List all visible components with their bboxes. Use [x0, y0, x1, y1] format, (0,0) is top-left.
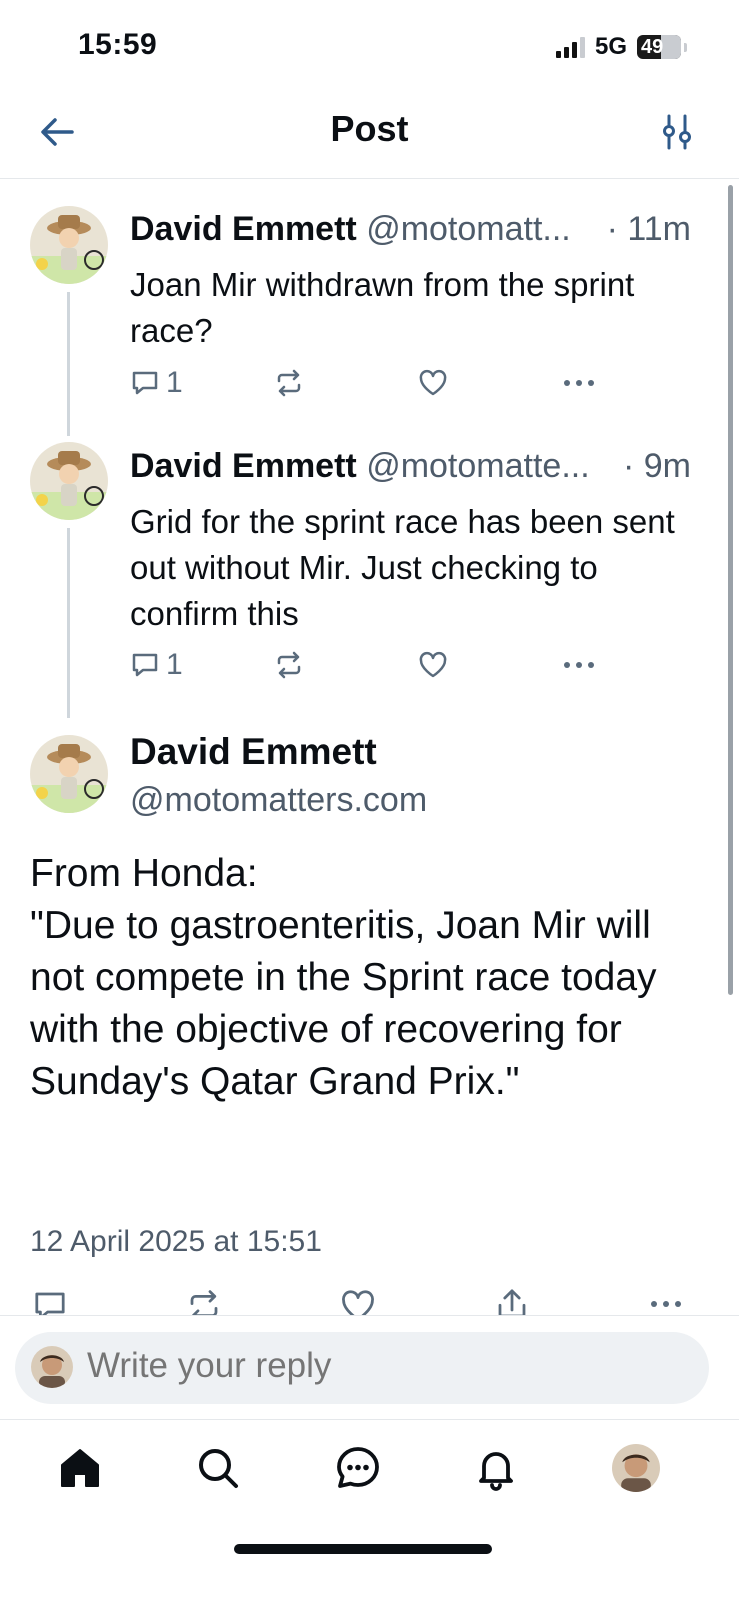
- heart-icon[interactable]: [340, 1288, 376, 1315]
- share-icon[interactable]: [494, 1286, 530, 1315]
- ellipsis-icon: [564, 662, 594, 668]
- reply-box[interactable]: [15, 1332, 709, 1404]
- thread-line: [67, 528, 70, 718]
- post-author[interactable]: David Emmett @motomatte...: [130, 447, 590, 486]
- repost-icon: [277, 369, 301, 397]
- post-author[interactable]: David Emmett @motomatt...: [130, 210, 571, 249]
- post-text: Joan Mir withdrawn from the sprint race?: [130, 266, 635, 349]
- page-title: Post: [330, 108, 409, 149]
- network-type: 5G: [594, 33, 627, 60]
- thread-line: [67, 292, 70, 436]
- like-button[interactable]: [418, 368, 448, 398]
- reply-count: 1: [166, 366, 183, 399]
- post-date: 12 April 2025 at 15:51: [30, 1225, 322, 1258]
- tab-messages[interactable]: [330, 1440, 386, 1496]
- post-time: · 9m: [623, 447, 691, 485]
- comment-icon: [132, 653, 158, 677]
- scrollbar[interactable]: [728, 185, 733, 995]
- heart-icon: [419, 369, 447, 396]
- status-indicators: 5G 49: [555, 33, 687, 61]
- author-handle: @motomatte...: [366, 447, 590, 485]
- home-icon: [61, 1449, 99, 1487]
- post-time: · 11m: [606, 210, 691, 248]
- ellipsis-icon: [564, 380, 594, 386]
- avatar: [31, 1346, 73, 1388]
- author-handle[interactable]: @motomatters.com: [130, 781, 427, 820]
- signal-icon: [555, 36, 585, 58]
- avatar[interactable]: [30, 206, 108, 284]
- status-time: 15:59: [78, 28, 158, 61]
- reply-button[interactable]: 1: [130, 648, 183, 682]
- tab-profile[interactable]: [608, 1440, 664, 1496]
- author-name[interactable]: David Emmett: [130, 731, 377, 773]
- main-post-actions: [0, 1282, 739, 1315]
- heart-icon: [419, 651, 447, 678]
- settings-sliders-icon[interactable]: [655, 110, 699, 154]
- post-text: Grid for the sprint race has been sent o…: [130, 503, 675, 632]
- author-name: David Emmett: [130, 210, 357, 248]
- repost-icon[interactable]: [186, 1288, 222, 1315]
- ellipsis-icon[interactable]: [648, 1296, 684, 1315]
- chat-icon: [337, 1447, 379, 1488]
- like-button[interactable]: [418, 650, 448, 680]
- comment-icon[interactable]: [32, 1288, 68, 1315]
- tab-home[interactable]: [52, 1440, 108, 1496]
- battery-icon: 49: [637, 35, 681, 59]
- reply-bar: [0, 1315, 739, 1420]
- comment-icon: [132, 371, 158, 395]
- search-icon: [199, 1449, 238, 1488]
- repost-button[interactable]: [274, 650, 304, 680]
- avatar[interactable]: [30, 735, 108, 813]
- profile-avatar: [612, 1444, 660, 1492]
- tab-search[interactable]: [190, 1440, 246, 1496]
- more-options-button[interactable]: [562, 368, 596, 398]
- tab-notifications[interactable]: [468, 1440, 524, 1496]
- repost-icon: [277, 651, 301, 679]
- more-options-button[interactable]: [562, 650, 596, 680]
- avatar[interactable]: [30, 442, 108, 520]
- home-indicator: [234, 1544, 492, 1554]
- reply-count: 1: [166, 648, 183, 681]
- bell-icon: [479, 1452, 513, 1491]
- author-name: David Emmett: [130, 447, 357, 485]
- post-text: From Honda: "Due to gastroenteritis, Joa…: [30, 852, 657, 1103]
- battery-level: 49: [641, 35, 664, 58]
- reply-button[interactable]: 1: [130, 366, 183, 400]
- post-header: Post: [0, 88, 739, 179]
- repost-button[interactable]: [274, 368, 304, 398]
- author-handle: @motomatt...: [366, 210, 571, 248]
- reply-input[interactable]: [87, 1346, 647, 1386]
